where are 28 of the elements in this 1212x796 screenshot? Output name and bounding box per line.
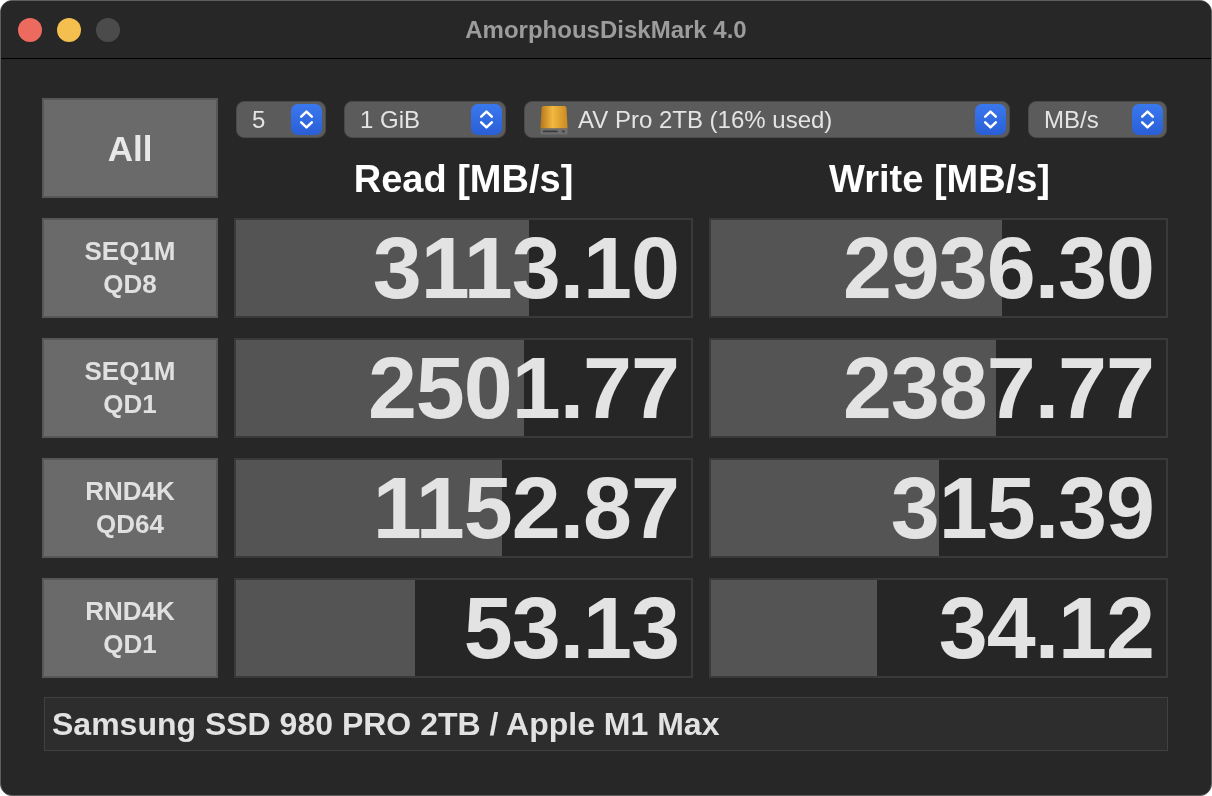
comment-field[interactable]: Samsung SSD 980 PRO 2TB / Apple M1 Max (44, 697, 1168, 751)
result-value: 315.39 (890, 464, 1154, 552)
dropdown-select[interactable]: AV Pro 2TB (16% used) (524, 101, 1010, 138)
window-title: AmorphousDiskMark 4.0 (465, 17, 747, 42)
test-button[interactable]: RND4K QD1 (42, 578, 218, 678)
result-value: 2387.77 (842, 344, 1154, 432)
stepper-icon (1132, 104, 1163, 135)
dropdown-select[interactable]: 5 (236, 101, 326, 138)
column-header: Read [MB/s] (353, 160, 574, 198)
stepper-icon (471, 104, 502, 135)
drive-icon (540, 104, 568, 135)
result-value: 3113.10 (372, 224, 679, 312)
minimize-icon[interactable] (57, 18, 81, 42)
result-value: 1152.87 (372, 464, 679, 552)
dropdown-select[interactable]: 1 GiB (344, 101, 506, 138)
result-value: 53.13 (463, 584, 679, 672)
test-button[interactable]: SEQ1M QD1 (42, 338, 218, 438)
stepper-icon (975, 104, 1006, 135)
result-value: 2936.30 (842, 224, 1154, 312)
dropdown-select[interactable]: MB/s (1028, 101, 1167, 138)
test-button[interactable]: SEQ1M QD8 (42, 218, 218, 318)
result-value: 34.12 (938, 584, 1154, 672)
result-value: 2501.77 (367, 344, 679, 432)
column-header: Write [MB/s] (829, 160, 1050, 198)
all-button[interactable]: All (42, 98, 218, 198)
stepper-icon (291, 104, 322, 135)
close-icon[interactable] (18, 18, 42, 42)
test-button[interactable]: RND4K QD64 (42, 458, 218, 558)
